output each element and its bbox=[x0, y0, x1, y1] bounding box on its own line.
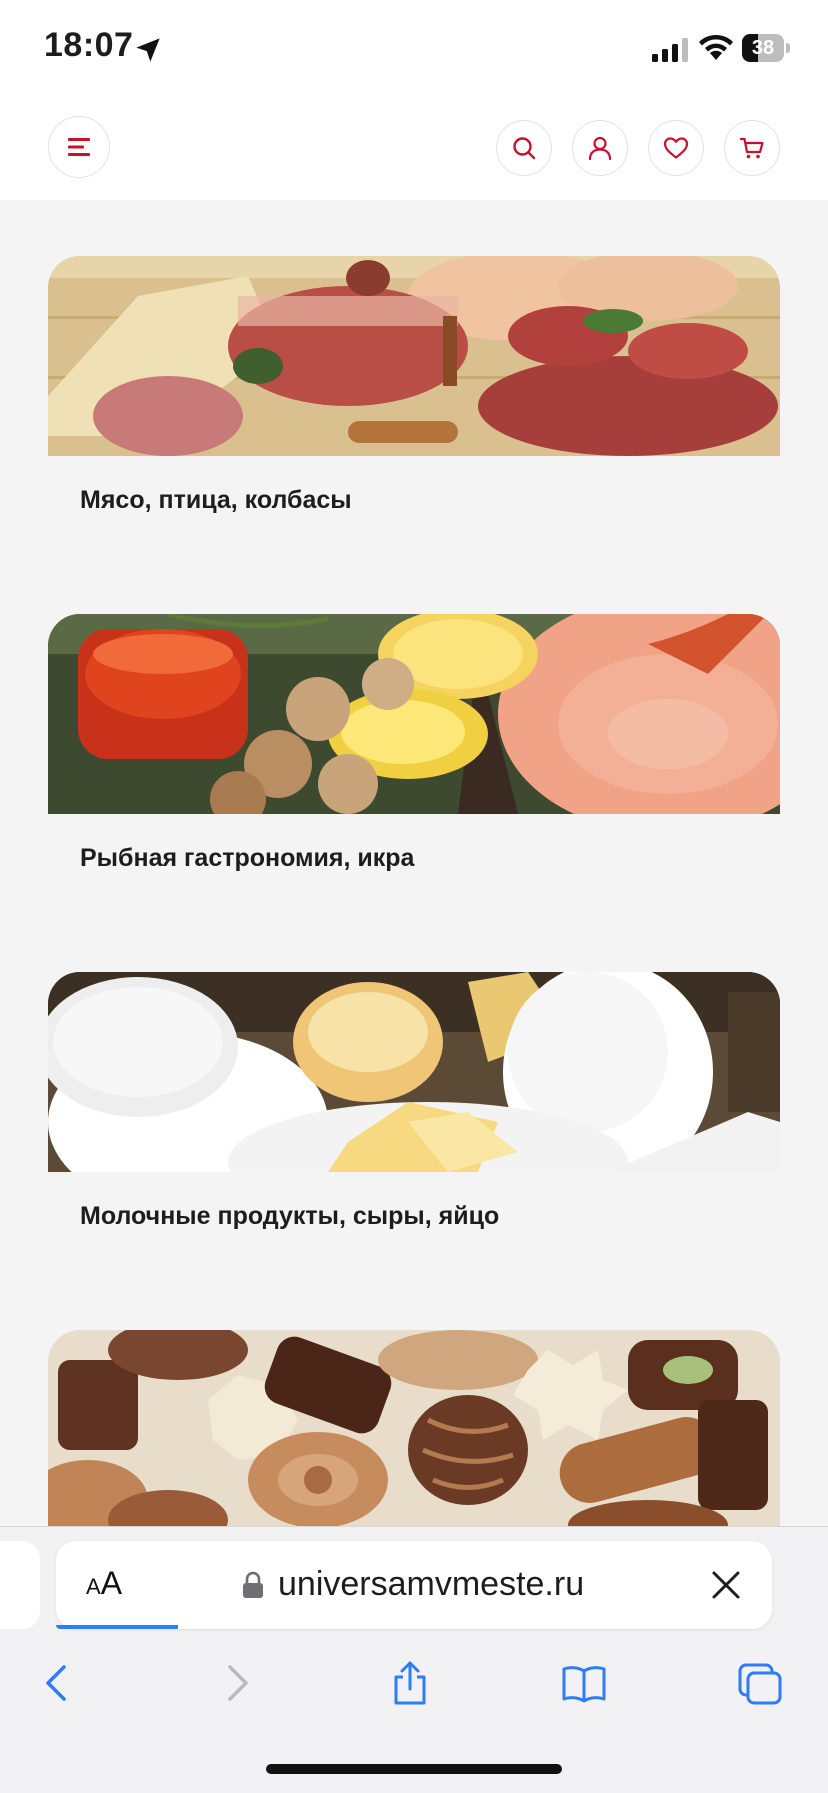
tabs-button[interactable] bbox=[736, 1659, 784, 1707]
status-bar: 18:07 38 bbox=[0, 0, 828, 100]
safari-toolbar bbox=[0, 1647, 828, 1727]
browser-toolbar: AA universamvmeste.ru bbox=[0, 1526, 828, 1793]
bookmarks-icon bbox=[562, 1666, 606, 1703]
back-icon bbox=[46, 1665, 66, 1701]
close-icon[interactable] bbox=[710, 1569, 742, 1601]
forward-button[interactable] bbox=[212, 1659, 260, 1707]
fish-caviar-photo bbox=[48, 614, 780, 814]
menu-button[interactable] bbox=[48, 116, 110, 178]
cart-button[interactable] bbox=[724, 120, 780, 176]
battery-level: 38 bbox=[751, 37, 775, 59]
search-icon bbox=[513, 137, 536, 160]
wifi-icon bbox=[699, 34, 733, 60]
back-button[interactable] bbox=[34, 1659, 82, 1707]
share-icon bbox=[394, 1661, 426, 1705]
search-button[interactable] bbox=[496, 120, 552, 176]
page-load-progress bbox=[56, 1625, 178, 1629]
tabs-icon bbox=[738, 1663, 782, 1705]
home-indicator bbox=[266, 1764, 562, 1774]
category-title: Рыбная гастрономия, икра bbox=[80, 844, 415, 872]
bookmarks-button[interactable] bbox=[560, 1659, 608, 1707]
share-button[interactable] bbox=[386, 1659, 434, 1707]
location-arrow-icon bbox=[136, 38, 160, 62]
status-time: 18:07 bbox=[44, 26, 134, 64]
menu-icon bbox=[68, 138, 90, 156]
dairy-photo bbox=[48, 972, 780, 1172]
category-card[interactable]: Молочные продукты, сыры, яйцо bbox=[48, 972, 780, 1272]
category-card[interactable]: Рыбная гастрономия, икра bbox=[48, 614, 780, 914]
forward-icon bbox=[228, 1665, 248, 1701]
site-header bbox=[0, 100, 828, 200]
cart-icon bbox=[739, 137, 764, 159]
battery-icon: 38 bbox=[742, 34, 790, 62]
favorites-button[interactable] bbox=[648, 120, 704, 176]
address-bar[interactable]: AA universamvmeste.ru bbox=[56, 1541, 772, 1629]
heart-icon bbox=[663, 137, 689, 159]
lock-icon bbox=[243, 1571, 263, 1598]
meat-photo bbox=[48, 256, 780, 456]
category-card[interactable]: Мясо, птица, колбасы bbox=[48, 256, 780, 556]
account-button[interactable] bbox=[572, 120, 628, 176]
cellular-signal-icon bbox=[652, 38, 688, 62]
chocolates-photo bbox=[48, 1330, 780, 1530]
url-text: universamvmeste.ru bbox=[278, 1565, 585, 1603]
previous-tab-preview[interactable] bbox=[0, 1541, 40, 1629]
page-settings-button[interactable]: AA bbox=[86, 1565, 122, 1602]
user-icon bbox=[588, 136, 612, 161]
category-title: Мясо, птица, колбасы bbox=[80, 486, 352, 514]
category-title: Молочные продукты, сыры, яйцо bbox=[80, 1202, 500, 1230]
